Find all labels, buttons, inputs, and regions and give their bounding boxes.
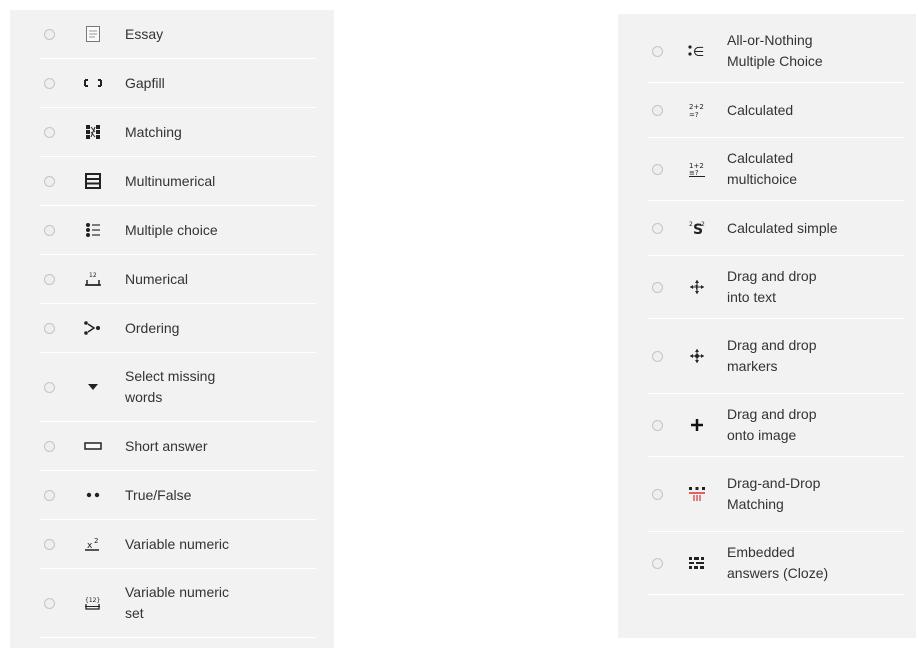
- question-type-panel-left: Essay Gapfill Matching Multinumerical Mu…: [10, 10, 334, 648]
- radio-button[interactable]: [652, 45, 663, 57]
- radio-button[interactable]: [652, 488, 663, 500]
- radio-button[interactable]: [44, 597, 55, 609]
- radio-button[interactable]: [652, 222, 663, 234]
- option-select-missing-words[interactable]: Select missing words: [40, 353, 316, 422]
- option-label: Drag and drop markers: [727, 337, 817, 374]
- option-label: Variable numeric: [125, 535, 230, 552]
- multinumerical-icon: [83, 171, 103, 191]
- radio-button[interactable]: [652, 163, 663, 175]
- radio-button[interactable]: [44, 381, 55, 393]
- option-matching[interactable]: Matching: [40, 108, 316, 157]
- option-label: Variable numeric set: [125, 584, 230, 621]
- option-gapfill[interactable]: Gapfill: [40, 59, 316, 108]
- option-label: Embedded answers (Cloze): [727, 544, 829, 581]
- option-label: Multinumerical: [125, 172, 216, 189]
- option-multiple-choice[interactable]: Multiple choice: [40, 206, 316, 255]
- option-essay[interactable]: Essay: [40, 10, 316, 59]
- option-drag-drop-markers[interactable]: Drag and drop markers: [648, 319, 904, 394]
- option-all-or-nothing[interactable]: ∈ All-or-Nothing Multiple Choice: [648, 20, 904, 83]
- short-answer-icon: [83, 436, 103, 456]
- svg-text:T: T: [694, 285, 699, 292]
- option-variable-numeric-set[interactable]: {12} Variable numeric set: [40, 569, 316, 638]
- option-true-false[interactable]: True/False: [40, 471, 316, 520]
- option-label: Drag and drop onto image: [727, 406, 817, 443]
- option-label: Gapfill: [125, 74, 165, 91]
- option-calculated-multichoice[interactable]: 1+2 ≡? Calculated multichoice: [648, 138, 904, 201]
- radio-button[interactable]: [44, 126, 55, 138]
- matching-icon: [83, 122, 103, 142]
- svg-text:12: 12: [89, 272, 97, 279]
- drag-drop-image-icon: [687, 415, 707, 435]
- svg-text:=?: =?: [689, 111, 699, 118]
- option-label: All-or-Nothing Multiple Choice: [727, 32, 823, 69]
- option-label: Short answer: [125, 437, 208, 454]
- option-label: Numerical: [125, 270, 189, 287]
- radio-button[interactable]: [652, 104, 663, 116]
- radio-button[interactable]: [652, 557, 663, 569]
- question-type-list-right: ∈ All-or-Nothing Multiple Choice 2+2 =? Ca…: [648, 20, 904, 595]
- drag-drop-matching-icon: [687, 484, 707, 504]
- ordering-icon: [83, 318, 103, 338]
- radio-button[interactable]: [44, 322, 55, 334]
- question-type-panel-right: ∈ All-or-Nothing Multiple Choice 2+2 =? Ca…: [618, 14, 916, 638]
- option-numerical[interactable]: 12 Numerical: [40, 255, 316, 304]
- gapfill-icon: [83, 73, 103, 93]
- option-short-answer[interactable]: Short answer: [40, 422, 316, 471]
- embedded-answers-icon: [687, 553, 707, 573]
- option-label: Drag-and-Drop Matching: [727, 475, 821, 512]
- calculated-multichoice-icon: 1+2 ≡?: [687, 159, 707, 179]
- option-label: True/False: [125, 486, 192, 503]
- svg-text:≡?: ≡?: [689, 169, 699, 177]
- radio-button[interactable]: [44, 538, 55, 550]
- option-label: Drag and drop into text: [727, 268, 817, 305]
- radio-button[interactable]: [652, 350, 663, 362]
- option-label: Essay: [125, 25, 164, 42]
- option-drag-drop-matching[interactable]: Drag-and-Drop Matching: [648, 457, 904, 532]
- option-embedded-answers[interactable]: Embedded answers (Cloze): [648, 532, 904, 595]
- calculated-simple-icon: 2S2: [687, 218, 707, 238]
- svg-text:2: 2: [701, 221, 705, 228]
- radio-button[interactable]: [44, 77, 55, 89]
- question-type-list-left: Essay Gapfill Matching Multinumerical Mu…: [40, 10, 316, 638]
- radio-button[interactable]: [44, 28, 55, 40]
- select-missing-words-icon: [83, 377, 103, 397]
- svg-text:2+2: 2+2: [689, 103, 704, 111]
- option-calculated[interactable]: 2+2 =? Calculated: [648, 83, 904, 138]
- radio-button[interactable]: [44, 175, 55, 187]
- option-calculated-simple[interactable]: 2S2 Calculated simple: [648, 201, 904, 256]
- option-label: Calculated multichoice: [727, 150, 798, 187]
- variable-numeric-set-icon: {12}: [83, 593, 103, 613]
- true-false-icon: [83, 485, 103, 505]
- option-drag-drop-onto-image[interactable]: Drag and drop onto image: [648, 394, 904, 457]
- calculated-icon: 2+2 =?: [687, 100, 707, 120]
- radio-button[interactable]: [44, 224, 55, 236]
- drag-drop-markers-icon: [687, 346, 707, 366]
- option-label: Ordering: [125, 319, 180, 336]
- option-label: Calculated simple: [727, 219, 838, 236]
- option-label: Calculated: [727, 101, 794, 118]
- option-label: Multiple choice: [125, 221, 218, 238]
- option-ordering[interactable]: Ordering: [40, 304, 316, 353]
- essay-icon: [83, 24, 103, 44]
- drag-drop-text-icon: T: [687, 277, 707, 297]
- multiple-choice-icon: [83, 220, 103, 240]
- svg-text:∈: ∈: [693, 45, 704, 59]
- radio-button[interactable]: [652, 419, 663, 431]
- option-variable-numeric[interactable]: x2 Variable numeric: [40, 520, 316, 569]
- option-multinumerical[interactable]: Multinumerical: [40, 157, 316, 206]
- option-label: Matching: [125, 123, 182, 140]
- all-or-nothing-icon: ∈: [687, 41, 707, 61]
- option-drag-drop-into-text[interactable]: T Drag and drop into text: [648, 256, 904, 319]
- variable-numeric-icon: x2: [83, 534, 103, 554]
- radio-button[interactable]: [44, 273, 55, 285]
- radio-button[interactable]: [44, 489, 55, 501]
- option-label: Select missing words: [125, 368, 216, 405]
- svg-text:2: 2: [94, 537, 98, 545]
- radio-button[interactable]: [652, 281, 663, 293]
- svg-text:{12}: {12}: [85, 597, 100, 604]
- radio-button[interactable]: [44, 440, 55, 452]
- numerical-icon: 12: [83, 269, 103, 289]
